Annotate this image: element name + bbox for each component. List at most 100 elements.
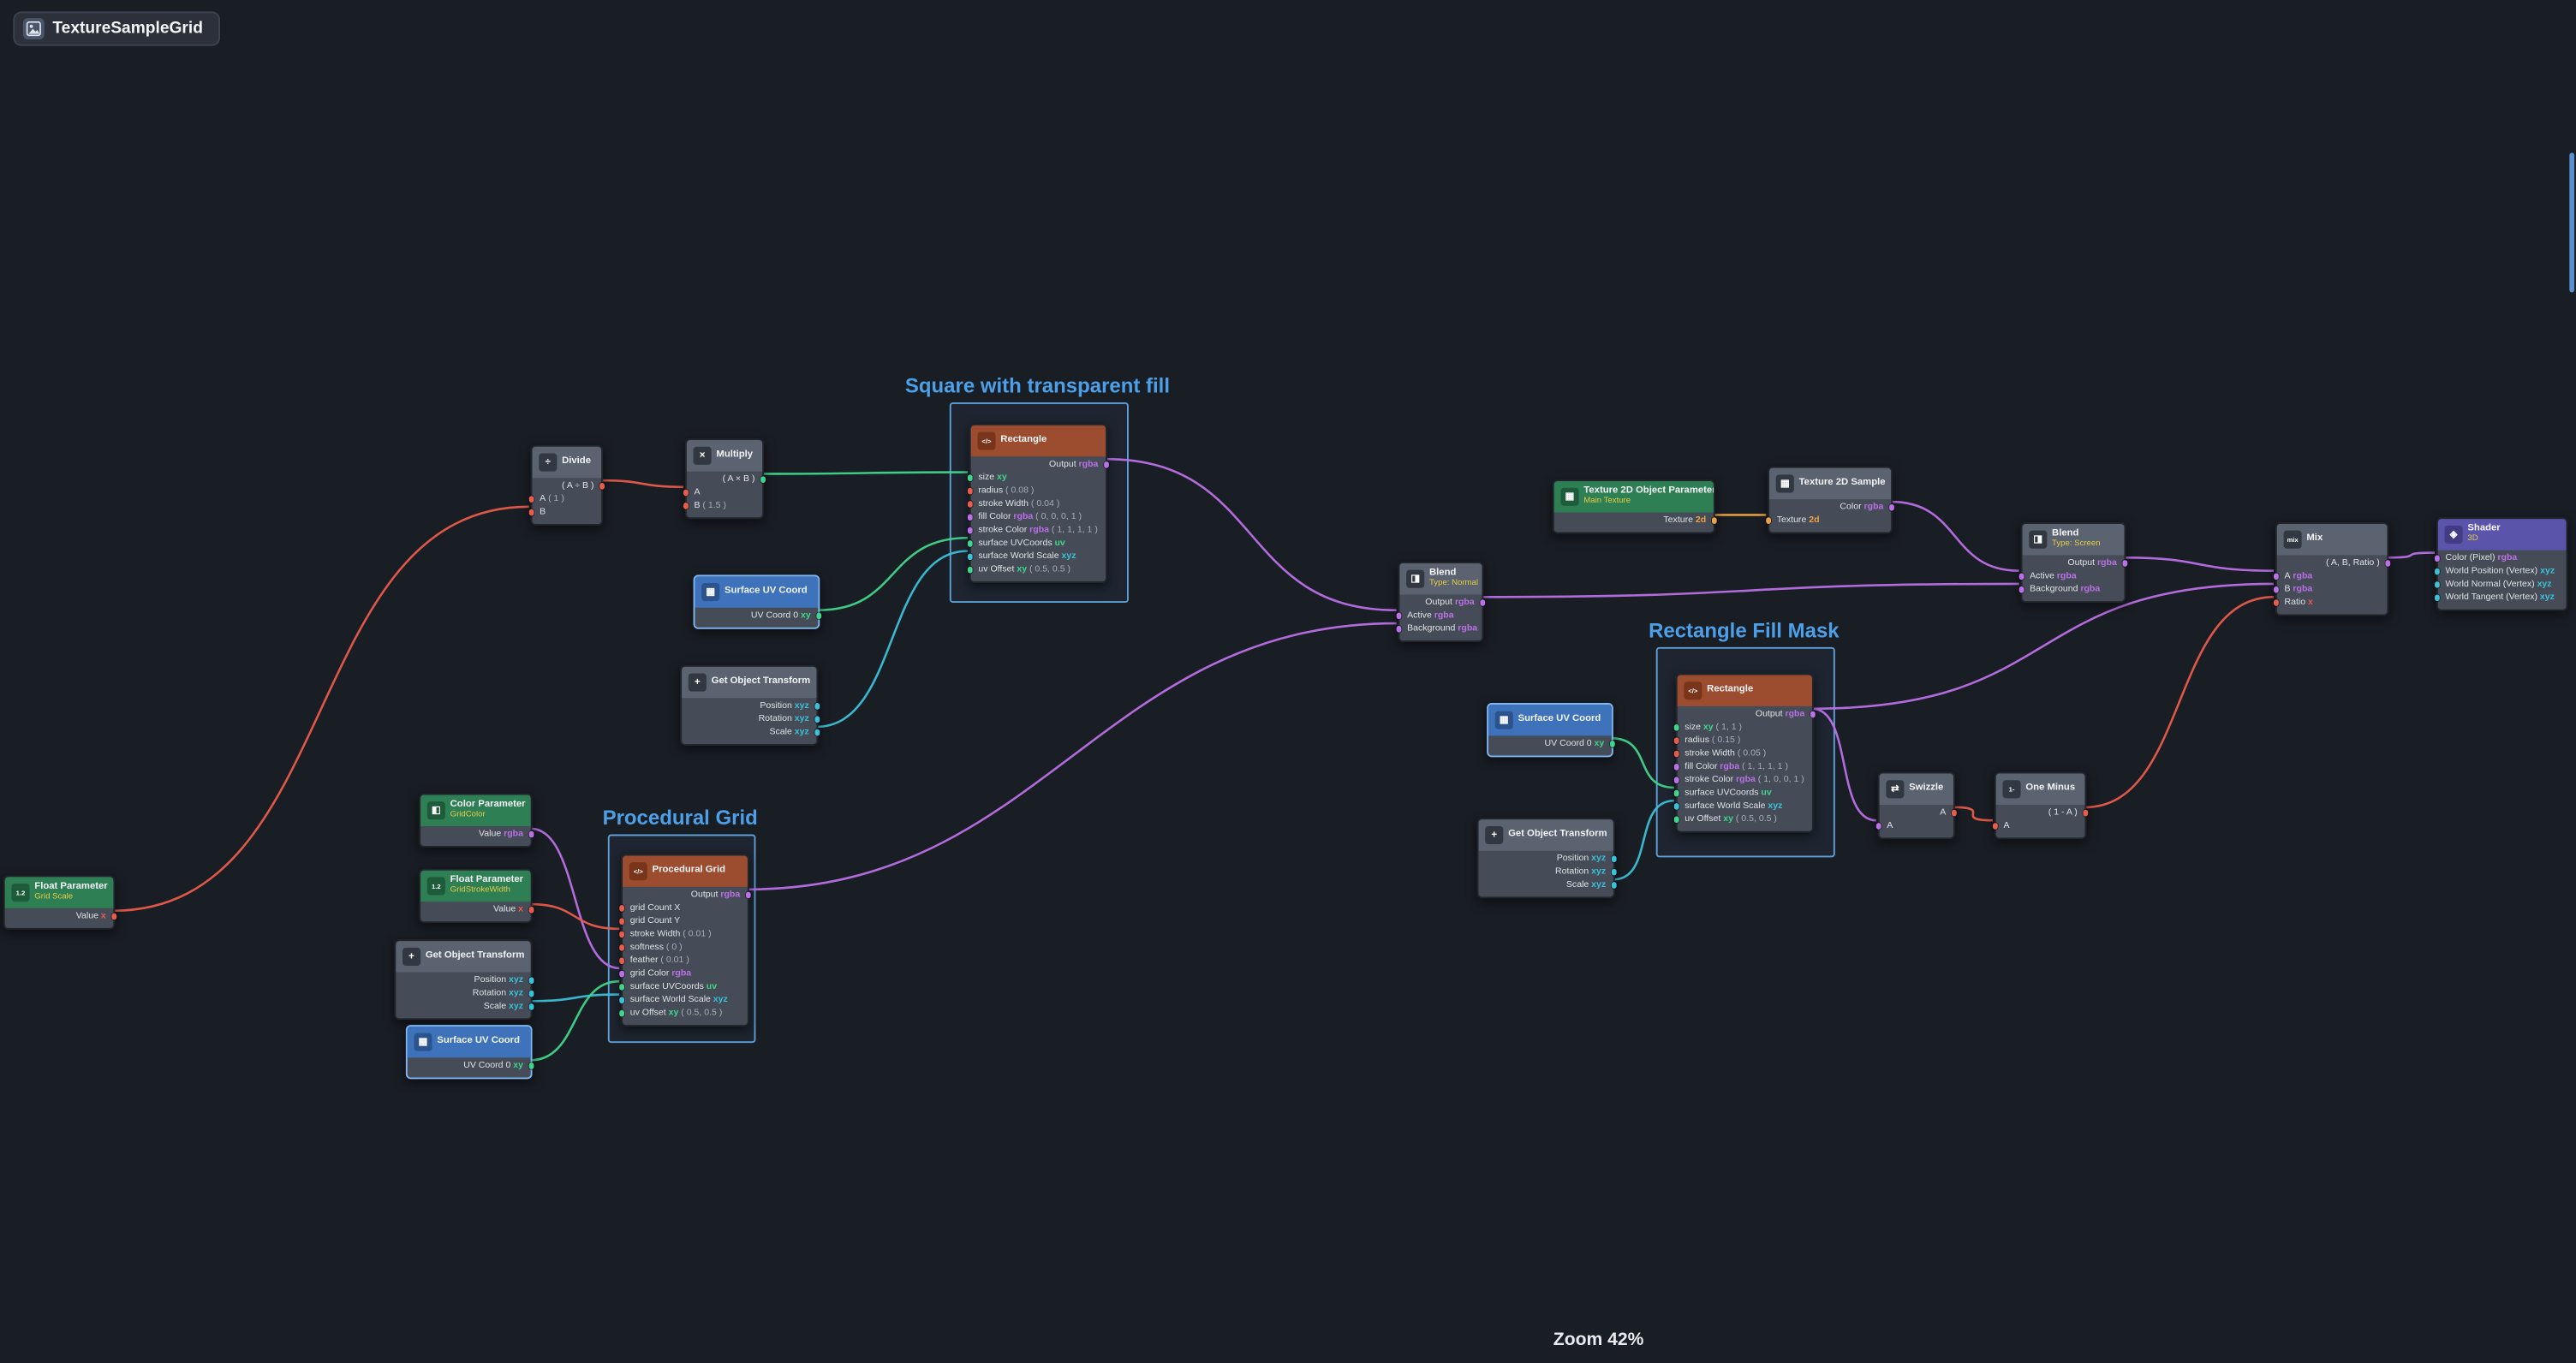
wire-mix-to-shader[interactable] (2387, 553, 2435, 558)
node-rect-mask[interactable]: </>RectangleOutputrgbasizexy( 1, 1 )radi… (1676, 674, 1814, 833)
node-multiply[interactable]: ×Multiply( A × B )AB( 1.5 ) (685, 438, 764, 519)
port-default-value[interactable]: ( 0 ) (666, 943, 683, 953)
wire-object-transform-3-to-rect-mask[interactable] (1613, 801, 1674, 879)
input-port-xy[interactable] (619, 1011, 625, 1017)
output-port-rgba[interactable] (1888, 505, 1894, 511)
port-default-value[interactable]: ( 0.5, 0.5 ) (1736, 815, 1777, 825)
output-port-rgba[interactable] (2122, 561, 2128, 567)
node-object-transform-3[interactable]: +Get Object TransformPositionxyzRotation… (1477, 818, 1615, 898)
input-port-2d[interactable] (1766, 518, 1772, 524)
wire-grid-scale-to-divide[interactable] (113, 507, 528, 911)
node-header[interactable]: ▦Texture 2D Sample (1769, 468, 1891, 499)
input-port-uv[interactable] (1673, 790, 1679, 796)
output-port-xyz[interactable] (814, 730, 820, 736)
node-header[interactable]: </>Procedural Grid (623, 855, 748, 886)
wire-rect-mask-to-swizzle[interactable] (1812, 709, 1876, 820)
node-divide[interactable]: ÷Divide( A ÷ B )A( 1 )B (531, 445, 603, 526)
node-swizzle[interactable]: ⇄SwizzleAA (1878, 772, 1955, 840)
port-default-value[interactable]: ( 1, 1 ) (1716, 723, 1743, 733)
node-header[interactable]: ÷Divide (533, 447, 602, 478)
input-port-rgba[interactable] (1673, 765, 1679, 771)
node-main-texture[interactable]: ▦Texture 2D Object ParameterMain Texture… (1553, 479, 1715, 533)
node-object-transform-2[interactable]: +Get Object TransformPositionxyzRotation… (394, 939, 532, 1020)
node-header[interactable]: mixMix (2277, 524, 2388, 555)
wire-blend-normal-to-blend-screen[interactable] (1482, 584, 2018, 597)
port-default-value[interactable]: ( 0.01 ) (660, 955, 689, 966)
node-object-transform-1[interactable]: +Get Object TransformPositionxyzRotation… (680, 665, 818, 746)
output-port-xy[interactable] (816, 613, 822, 619)
wire-one-minus-to-mix[interactable] (2084, 597, 2274, 807)
input-port-rgba[interactable] (968, 515, 974, 521)
input-port-x[interactable] (968, 502, 974, 508)
node-one-minus[interactable]: 1-One Minus( 1 - A )A (1995, 772, 2086, 840)
node-header[interactable]: ▦Surface UV Coord (1488, 705, 1612, 735)
wire-multiply-to-rect-square[interactable] (762, 473, 968, 474)
output-port-rgba[interactable] (1480, 600, 1486, 606)
port-default-value[interactable]: ( 1, 0, 0, 1 ) (1758, 775, 1804, 785)
input-port-x[interactable] (528, 509, 534, 515)
port-default-value[interactable]: ( 1.5 ) (702, 501, 726, 511)
output-port-rgba[interactable] (1810, 711, 1816, 717)
node-surface-uv-2[interactable]: ▦Surface UV CoordUV Coord 0xy (406, 1025, 533, 1079)
input-port-rgba[interactable] (1875, 824, 1881, 830)
wire-object-transform-1-to-rect-square[interactable] (816, 551, 967, 727)
wire-object-transform-2-to-procedural-grid[interactable] (531, 995, 620, 1002)
node-header[interactable]: </>Rectangle (971, 426, 1106, 456)
output-port-xyz[interactable] (1611, 856, 1617, 862)
input-port-x[interactable] (683, 490, 689, 496)
node-header[interactable]: 1.2Float ParameterGrid Scale (5, 877, 114, 908)
output-port-xyz[interactable] (528, 1004, 534, 1010)
node-grid-stroke-width[interactable]: 1.2Float ParameterGridStrokeWidthValuex (419, 869, 532, 923)
output-port-x[interactable] (2083, 811, 2089, 817)
node-header[interactable]: ▦Surface UV Coord (695, 576, 818, 607)
input-port-rgba[interactable] (1396, 627, 1402, 633)
node-texture-sample[interactable]: ▦Texture 2D SampleColorrgbaTexture2d (1768, 467, 1893, 534)
output-port-rgba[interactable] (745, 892, 751, 898)
input-port-x[interactable] (1673, 738, 1679, 744)
input-port-x[interactable] (1993, 824, 1999, 830)
wire-rect-square-to-blend-normal[interactable] (1106, 459, 1397, 610)
output-port-xy[interactable] (1609, 741, 1615, 747)
input-port-xyz[interactable] (2435, 582, 2441, 588)
input-port-xyz[interactable] (619, 997, 625, 1003)
input-port-rgba[interactable] (1673, 777, 1679, 783)
node-header[interactable]: 1-One Minus (1996, 774, 2085, 805)
output-port-rgba[interactable] (2385, 561, 2391, 567)
input-port-rgba[interactable] (2018, 587, 2024, 593)
node-header[interactable]: ×Multiply (687, 440, 762, 471)
input-port-x[interactable] (619, 931, 625, 937)
input-port-x[interactable] (1673, 751, 1679, 757)
output-port-rgba[interactable] (528, 831, 534, 837)
port-default-value[interactable]: ( 0.01 ) (683, 930, 711, 940)
node-header[interactable]: 1.2Float ParameterGridStrokeWidth (420, 871, 531, 902)
node-surface-uv-3[interactable]: ▦Surface UV CoordUV Coord 0xy (1487, 703, 1613, 757)
wire-surface-uv-2-to-procedural-grid[interactable] (531, 981, 620, 1060)
node-header[interactable]: ▦Surface UV Coord (408, 1027, 531, 1057)
port-default-value[interactable]: ( 1 ) (548, 494, 564, 504)
input-port-xy[interactable] (1673, 725, 1679, 731)
node-mix[interactable]: mixMix( A, B, Ratio )ArgbaBrgbaRatiox (2275, 522, 2388, 616)
input-port-x[interactable] (619, 919, 625, 925)
node-graph-canvas[interactable]: Square with transparent fillProcedural G… (0, 0, 2576, 1363)
output-port-x[interactable] (599, 484, 605, 490)
input-port-rgba[interactable] (2018, 574, 2024, 580)
node-header[interactable]: ⇄Swizzle (1880, 774, 1953, 805)
input-port-xyz[interactable] (1673, 804, 1679, 810)
output-port-xy[interactable] (528, 1063, 534, 1069)
output-port-xyz[interactable] (814, 717, 820, 723)
output-port-xyz[interactable] (1611, 870, 1617, 876)
port-default-value[interactable]: ( 0.08 ) (1005, 486, 1034, 497)
input-port-rgba[interactable] (1396, 613, 1402, 619)
wire-surface-uv-1-to-rect-square[interactable] (818, 538, 968, 610)
port-default-value[interactable]: ( 0.5, 0.5 ) (681, 1009, 722, 1019)
output-port-xy[interactable] (760, 477, 766, 483)
input-port-rgba[interactable] (619, 972, 625, 978)
node-grid-scale[interactable]: 1.2Float ParameterGrid ScaleValuex (3, 875, 115, 929)
port-default-value[interactable]: ( 0.5, 0.5 ) (1029, 565, 1070, 575)
node-header[interactable]: ▦Texture 2D Object ParameterMain Texture (1554, 481, 1714, 512)
wire-surface-uv-3-to-rect-mask[interactable] (1612, 738, 1674, 788)
port-default-value[interactable]: ( 0, 0, 0, 1 ) (1035, 513, 1082, 523)
node-grid-color[interactable]: ◧Color ParameterGridColorValuergba (419, 794, 532, 848)
port-default-value[interactable]: ( 1, 1, 1, 1 ) (1742, 762, 1788, 772)
vertical-scrollbar-thumb[interactable] (2568, 152, 2573, 292)
